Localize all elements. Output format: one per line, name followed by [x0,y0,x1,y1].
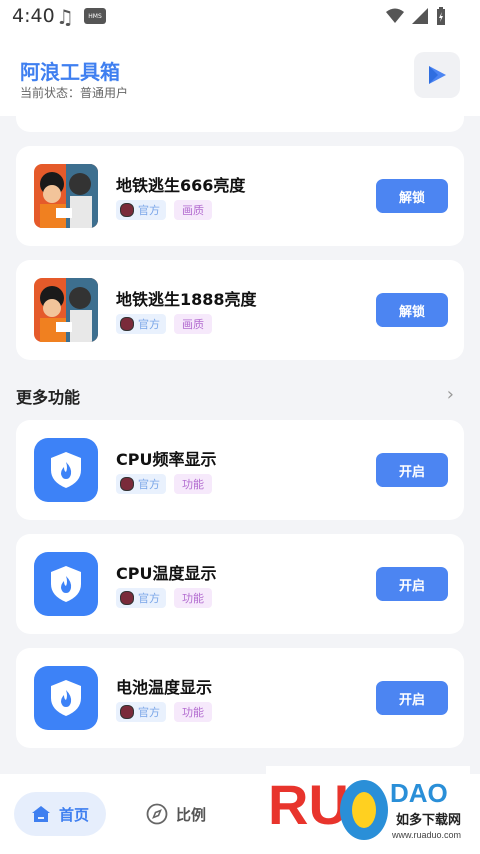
shield-icon [34,552,98,616]
watermark-logo: RU DAO 如多下载网 www.ruaduo.com [266,766,470,846]
type-tag: 功能 [174,702,212,722]
game-title: 地铁逃生666亮度 [116,176,246,195]
app-title: 阿浪工具箱 [20,60,120,84]
hms-icon: HMS [84,8,106,24]
nav-home[interactable]: 首页 [14,792,106,836]
tag-group: 官方 功能 [116,474,212,494]
official-tag: 官方 [116,588,166,608]
type-tag: 画质 [174,314,212,334]
game-card: 地铁逃生1888亮度 官方 画质 解锁 [16,260,464,360]
shield-icon [34,666,98,730]
official-tag: 官方 [116,314,166,334]
app-header: 阿浪工具箱 当前状态：普通用户 [0,34,480,116]
tag-group: 官方 功能 [116,702,212,722]
main-content[interactable]: 地铁逃生666亮度 官方 画质 解锁 地铁逃生1888亮度 官方 画质 解锁 更… [0,116,480,774]
feature-card: CPU温度显示 官方 功能 开启 [16,534,464,634]
section-title: 更多功能 [16,388,81,407]
svg-text:www.ruaduo.com: www.ruaduo.com [391,830,461,840]
official-dot-icon [120,317,134,331]
svg-text:如多下载网: 如多下载网 [396,812,461,828]
game-thumbnail [34,164,98,228]
unlock-button[interactable]: 解锁 [376,179,448,213]
svg-text:DAO: DAO [390,778,448,808]
tag-group: 官方 画质 [116,200,212,220]
enable-button[interactable]: 开启 [376,681,448,715]
signal-icon [412,8,428,24]
type-tag: 功能 [174,474,212,494]
official-dot-icon [120,591,134,605]
feature-card: CPU频率显示 官方 功能 开启 [16,420,464,520]
official-dot-icon [120,203,134,217]
official-tag: 官方 [116,474,166,494]
tag-group: 官方 画质 [116,314,212,334]
nav-ratio[interactable]: 比例 [146,792,206,836]
music-icon: ♫ [56,5,74,29]
shield-icon [34,438,98,502]
status-time: 4:40 [12,5,55,27]
game-title: 地铁逃生1888亮度 [116,290,257,309]
nav-ratio-label: 比例 [176,805,207,824]
official-dot-icon [120,705,134,719]
enable-button[interactable]: 开启 [376,567,448,601]
wifi-icon [386,8,404,23]
type-tag: 功能 [174,588,212,608]
feature-title: 电池温度显示 [116,678,213,697]
user-status: 当前状态：普通用户 [20,86,129,100]
home-icon [31,806,50,822]
feature-title: CPU温度显示 [116,564,217,583]
official-tag: 官方 [116,200,166,220]
feature-card: 电池温度显示 官方 功能 开启 [16,648,464,748]
official-tag: 官方 [116,702,166,722]
official-dot-icon [120,477,134,491]
tag-group: 官方 功能 [116,588,212,608]
unlock-button[interactable]: 解锁 [376,293,448,327]
status-bar: 4:40 ♫ HMS [0,0,480,34]
chevron-right-icon[interactable]: › [447,384,454,405]
game-thumbnail [34,278,98,342]
feature-title: CPU频率显示 [116,450,217,469]
compass-icon [146,803,168,825]
play-icon [429,66,446,84]
enable-button[interactable]: 开启 [376,453,448,487]
type-tag: 画质 [174,200,212,220]
partial-card [16,116,464,132]
battery-icon [437,7,445,25]
nav-home-label: 首页 [58,805,89,824]
game-card: 地铁逃生666亮度 官方 画质 解锁 [16,146,464,246]
play-button[interactable] [414,52,460,98]
svg-text:RU: RU [268,773,349,836]
